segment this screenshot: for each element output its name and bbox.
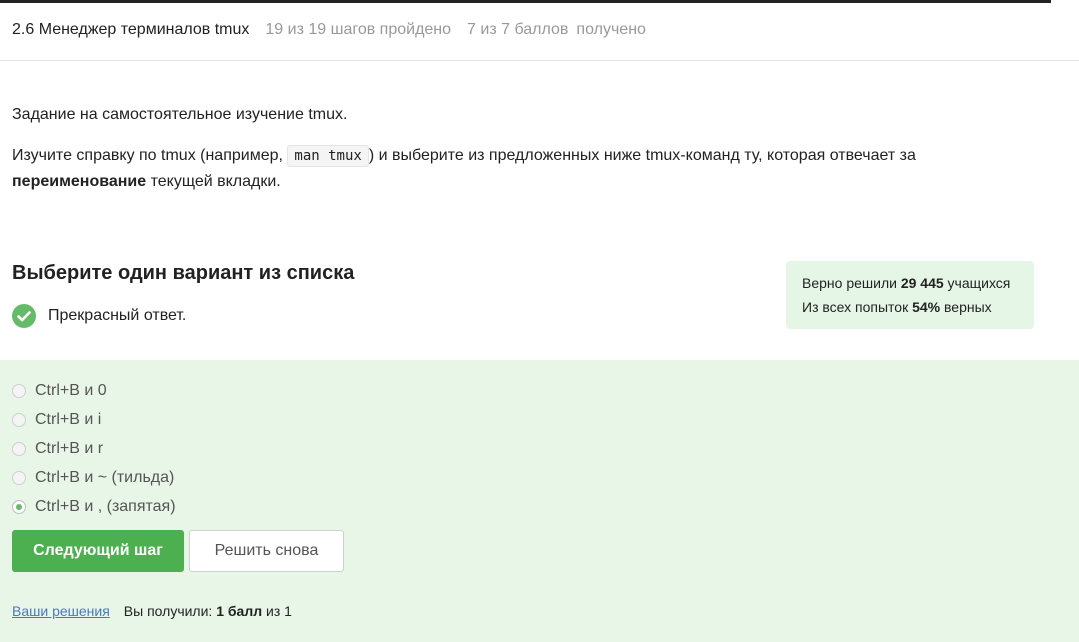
radio-button-selected[interactable]	[12, 499, 26, 514]
task-emphasis: переименование	[12, 173, 147, 190]
lesson-title: 2.6 Менеджер терминалов tmux	[12, 21, 250, 38]
stats-panel: Верно решили 29 445 учащихся Из всех поп…	[786, 261, 1034, 329]
question-title: Выберите один вариант из списка	[12, 262, 355, 284]
task-description: Задание на самостоятельное изучение tmux…	[12, 102, 1052, 210]
option-label: Ctrl+B и 0	[35, 381, 107, 399]
radio-button[interactable]	[12, 470, 26, 485]
your-solutions-link[interactable]: Ваши решения	[12, 603, 110, 619]
next-step-button[interactable]: Следующий шаг	[12, 530, 184, 572]
check-circle-icon	[12, 304, 36, 328]
stats-solved: Верно решили 29 445 учащихся	[802, 271, 1018, 295]
option-item[interactable]: Ctrl+B и ~ (тильда)	[12, 463, 176, 492]
option-label: Ctrl+B и i	[35, 410, 102, 428]
task-text-end: текущей вкладки.	[146, 173, 281, 190]
option-label: Ctrl+B и r	[35, 439, 104, 457]
task-line-2: Изучите справку по tmux (например, man t…	[12, 143, 1052, 194]
radio-button[interactable]	[12, 441, 26, 456]
stats-attempts: Из всех попыток 54% верных	[802, 295, 1018, 319]
task-text-before-code: Изучите справку по tmux (например,	[12, 147, 288, 164]
option-label: Ctrl+B и , (запятая)	[35, 497, 176, 515]
lesson-header: 2.6 Менеджер терминалов tmux 19 из 19 ша…	[0, 0, 1079, 61]
answer-area: Ctrl+B и 0 Ctrl+B и i Ctrl+B и r Ctrl+B …	[0, 360, 1079, 642]
options-list: Ctrl+B и 0 Ctrl+B и i Ctrl+B и r Ctrl+B …	[12, 376, 176, 521]
retry-button[interactable]: Решить снова	[189, 530, 344, 572]
option-item[interactable]: Ctrl+B и i	[12, 405, 176, 434]
stats-solved-prefix: Верно решили	[802, 275, 901, 291]
option-item[interactable]: Ctrl+B и r	[12, 434, 176, 463]
result-suffix: из 1	[262, 603, 292, 619]
result-text: Вы получили: 1 балл из 1	[124, 603, 292, 619]
result-score: 1 балл	[216, 603, 263, 619]
code-snippet: man tmux	[287, 145, 369, 167]
option-item[interactable]: Ctrl+B и 0	[12, 376, 176, 405]
stats-solved-suffix: учащихся	[943, 275, 1011, 291]
stats-attempts-percent: 54%	[912, 299, 941, 315]
stats-attempts-suffix: верных	[940, 299, 992, 315]
radio-button[interactable]	[12, 412, 26, 427]
steps-progress: 19 из 19 шагов пройдено	[265, 21, 452, 38]
radio-button[interactable]	[12, 383, 26, 398]
task-text-after-code: ) и выберите из предложенных ниже tmux-к…	[368, 147, 916, 164]
stats-attempts-prefix: Из всех попыток	[802, 299, 913, 315]
option-item-selected[interactable]: Ctrl+B и , (запятая)	[12, 492, 176, 521]
result-footer: Ваши решения Вы получили: 1 балл из 1	[12, 603, 292, 619]
points-suffix: получено	[576, 21, 646, 38]
result-prefix: Вы получили:	[123, 603, 217, 619]
option-label: Ctrl+B и ~ (тильда)	[35, 468, 175, 486]
task-line-1: Задание на самостоятельное изучение tmux…	[12, 106, 348, 123]
feedback-message: Прекрасный ответ.	[12, 304, 186, 328]
points-count: 7 из 7 баллов	[467, 21, 569, 38]
feedback-text: Прекрасный ответ.	[48, 307, 187, 324]
stats-solved-count: 29 445	[900, 275, 944, 291]
